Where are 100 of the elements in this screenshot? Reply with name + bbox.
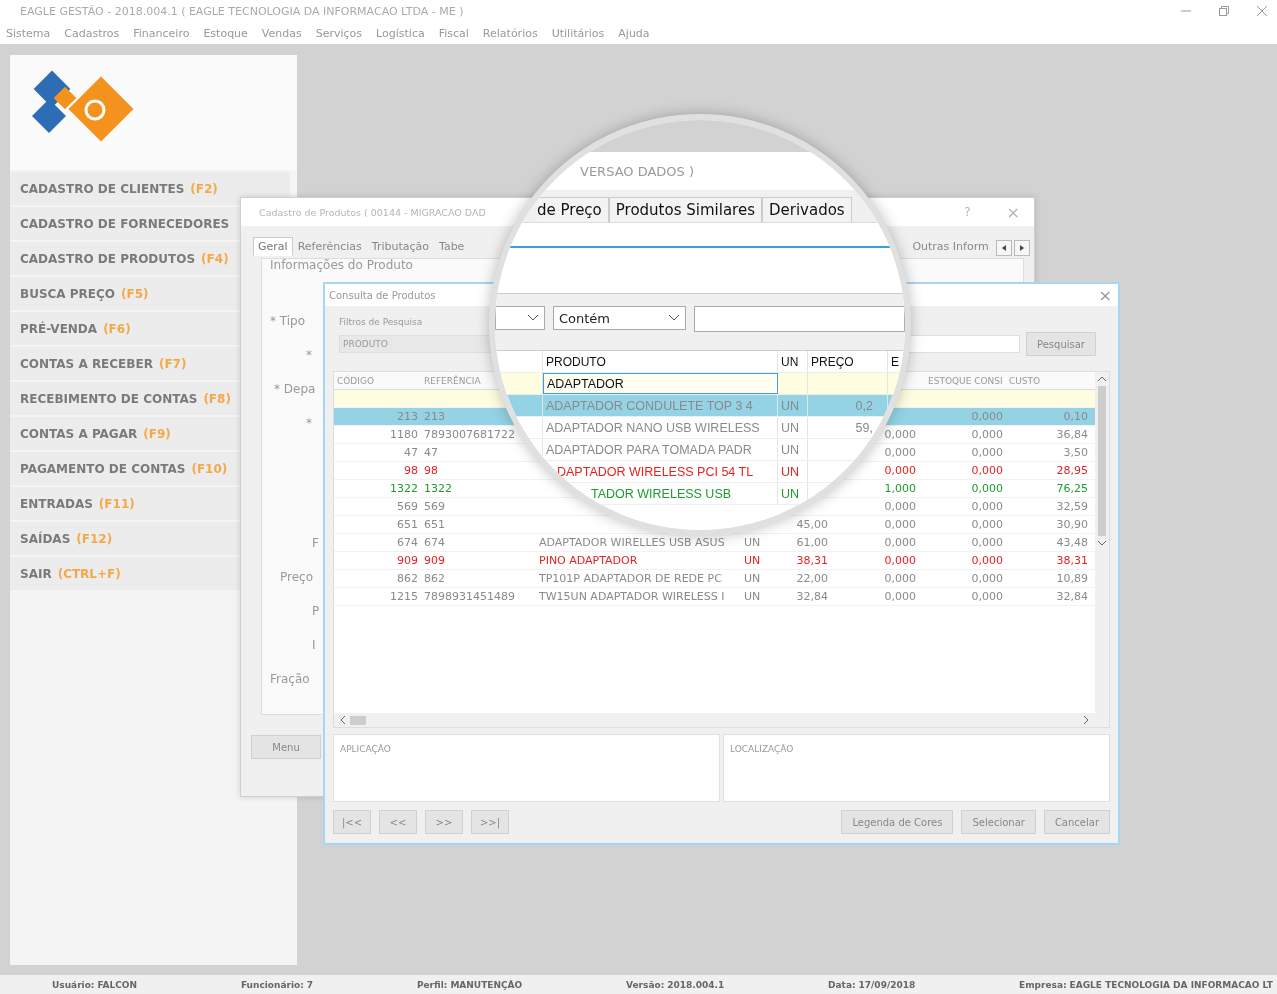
- item-label: CADASTRO DE CLIENTES: [20, 181, 185, 196]
- table-cell: UN: [744, 590, 761, 603]
- table-cell: 10,89: [1056, 572, 1088, 585]
- item-label: CADASTRO DE FORNECEDORES: [20, 216, 230, 231]
- item-label: PRÉ-VENDA: [20, 321, 98, 336]
- table-cell: 674: [397, 536, 418, 549]
- item-label: RECEBIMENTO DE CONTAS: [20, 391, 198, 406]
- item-label: ENTRADAS: [20, 496, 93, 511]
- status-value: 7: [306, 979, 314, 990]
- table-cell: UN: [744, 536, 761, 549]
- table-cell: 7898931451489: [424, 590, 515, 603]
- field-label: I: [311, 638, 316, 654]
- table-cell: 0,000: [884, 446, 916, 459]
- field-label: * Depa: [273, 382, 316, 398]
- shortcut-label: (F12): [76, 531, 113, 546]
- table-cell: 98: [404, 464, 418, 477]
- item-label: SAIR: [20, 566, 52, 581]
- table-cell: 0,000: [884, 554, 916, 567]
- table-cell: 0,000: [971, 500, 1003, 513]
- panel-title: LOCALIZAÇÃO: [730, 744, 794, 754]
- window-title: EAGLE GESTÃO - 2018.004.1 ( EAGLE TECNOLOGIA DA INFORMACAO LTDA - ME ): [20, 4, 464, 18]
- field-label: *: [305, 348, 312, 364]
- table-cell: PINO ADAPTADOR: [539, 554, 638, 567]
- table-cell: 22,00: [796, 572, 828, 585]
- table-cell: 38,31: [796, 554, 828, 567]
- table-cell: 28,95: [1056, 464, 1088, 477]
- table-cell: 0,000: [971, 554, 1003, 567]
- status-value: MANUTENÇÃO: [450, 979, 523, 990]
- table-cell: 213: [397, 410, 418, 423]
- status-label: Empresa:: [1019, 979, 1067, 990]
- table-cell: 0,2: [808, 395, 888, 416]
- status-value: 17/09/2018: [858, 979, 916, 990]
- table-cell: 32,84: [796, 590, 828, 603]
- table-cell: UN: [778, 483, 808, 504]
- table-cell: 47: [424, 446, 438, 459]
- table-cell: 45,00: [796, 518, 828, 531]
- table-cell: 0,000: [884, 536, 916, 549]
- field-label: *: [305, 416, 312, 432]
- table-cell: 0,000: [971, 464, 1003, 477]
- table-cell: UN: [778, 461, 808, 482]
- table-cell: 862: [397, 572, 418, 585]
- table-cell: 38,31: [1056, 554, 1088, 567]
- table-cell: 32,59: [1056, 500, 1088, 513]
- field-label: F: [311, 536, 319, 552]
- table-cell: 76,25: [1056, 482, 1088, 495]
- status-value: 2018.004.1: [667, 979, 725, 990]
- item-label: CONTAS A RECEBER: [20, 356, 153, 371]
- item-label: SAÍDAS: [20, 531, 71, 546]
- table-cell: 674: [424, 536, 445, 549]
- table-cell: 651: [397, 518, 418, 531]
- shortcut-label: (F10): [191, 461, 228, 476]
- table-cell: 0,000: [971, 536, 1003, 549]
- status-label: Versão:: [626, 979, 665, 990]
- item-label: BUSCA PREÇO: [20, 286, 116, 301]
- table-cell: 47: [404, 446, 418, 459]
- status-label: Usuário:: [52, 979, 95, 990]
- table-cell: 1215: [390, 590, 418, 603]
- table-cell: 909: [397, 554, 418, 567]
- filter-label: Filtros de Pesquisa: [339, 317, 423, 327]
- table-cell: 862: [424, 572, 445, 585]
- table-cell: 0,000: [884, 572, 916, 585]
- shortcut-label: (F6): [103, 321, 131, 336]
- table-cell: TP101P ADAPTADOR DE REDE PC: [539, 572, 722, 585]
- table-cell: 36,84: [1056, 428, 1088, 441]
- shortcut-label: (F8): [203, 391, 231, 406]
- table-cell: 0,000: [971, 428, 1003, 441]
- table-cell: 98: [424, 464, 438, 477]
- table-cell: 43,48: [1056, 536, 1088, 549]
- panel-title: APLICAÇÃO: [340, 744, 391, 754]
- table-cell: TW15UN ADAPTADOR WIRELESS I: [539, 590, 725, 603]
- status-label: Perfil:: [416, 979, 448, 990]
- status-value: FALCON: [97, 979, 138, 990]
- dialog-title: Cadastro de Produtos ( 00144 - MIGRACAO DAD: [259, 206, 486, 218]
- item-label: CONTAS A PAGAR: [20, 426, 138, 441]
- table-cell: 61,00: [796, 536, 828, 549]
- item-label: PAGAMENTO DE CONTAS: [20, 461, 186, 476]
- shortcut-label: (F4): [201, 251, 229, 266]
- field-label: * Tipo: [270, 314, 306, 330]
- item-label: CADASTRO DE PRODUTOS: [20, 251, 196, 266]
- table-cell: 32,84: [1056, 590, 1088, 603]
- table-cell: 651: [424, 518, 445, 531]
- table-cell: 3,50: [1063, 446, 1088, 459]
- table-cell: 30,90: [1056, 518, 1088, 531]
- table-cell: 0,000: [971, 410, 1003, 423]
- field-label: P: [311, 604, 320, 620]
- table-cell: UN: [778, 417, 808, 438]
- table-cell: UN: [778, 439, 808, 460]
- dialog-title: VERSAO DADOS ): [580, 163, 695, 179]
- table-cell: 569: [424, 500, 445, 513]
- table-cell: 0,000: [971, 518, 1003, 531]
- shortcut-label: (F11): [98, 496, 135, 511]
- status-value: EAGLE TECNOLOGIA DA INFORMACAO LT: [1069, 979, 1273, 990]
- field-label: Fração: [270, 672, 310, 688]
- table-cell: 569: [397, 500, 418, 513]
- table-cell: 0,000: [971, 446, 1003, 459]
- table-cell: 0,000: [884, 590, 916, 603]
- table-cell: ADAPTADOR PARA TOMADA PADR: [543, 439, 778, 460]
- table-cell: 0,000: [971, 572, 1003, 585]
- status-label: Data:: [828, 979, 856, 990]
- table-cell: ADAPTADOR WIRELLES USB ASUS: [539, 536, 725, 549]
